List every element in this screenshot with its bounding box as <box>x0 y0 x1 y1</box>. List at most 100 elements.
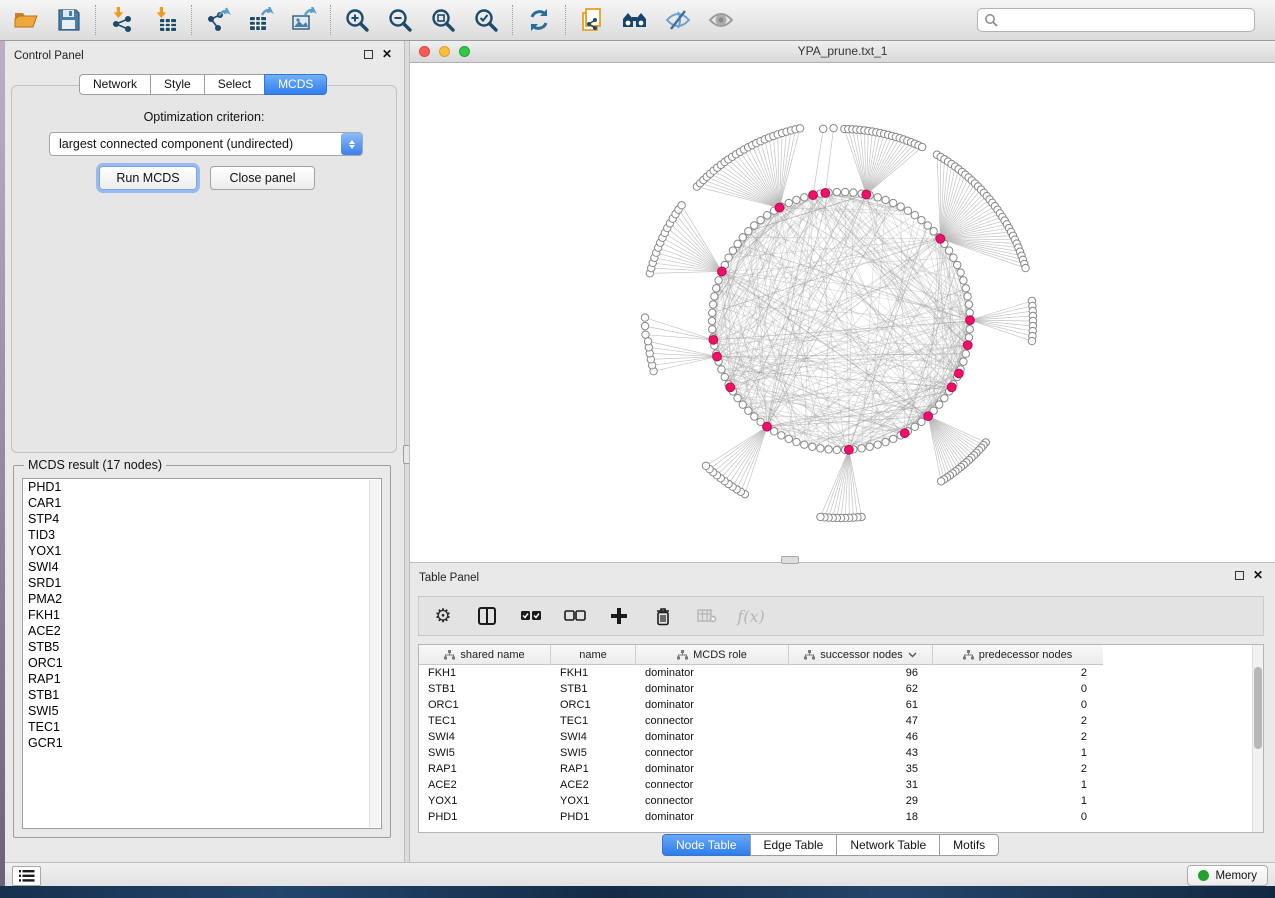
network-node[interactable] <box>957 269 964 276</box>
table-scrollbar[interactable] <box>1252 645 1263 832</box>
network-node[interactable] <box>745 228 752 235</box>
network-edge[interactable] <box>866 142 911 194</box>
network-edge[interactable] <box>721 427 767 479</box>
network-leaf-node[interactable] <box>702 462 709 469</box>
close-panel-button[interactable]: Close panel <box>210 166 315 190</box>
close-panel-icon[interactable]: ✕ <box>1253 571 1263 580</box>
network-leaf-node[interactable] <box>918 143 925 150</box>
mcds-hub-node[interactable] <box>924 412 933 421</box>
network-edge[interactable] <box>745 427 767 495</box>
mcds-result-item[interactable]: STB5 <box>23 639 381 655</box>
network-node[interactable] <box>962 350 969 357</box>
network-edge[interactable] <box>866 139 903 194</box>
mcds-result-item[interactable]: SWI4 <box>23 559 381 575</box>
network-edge[interactable] <box>970 320 1032 336</box>
network-node[interactable] <box>778 432 785 439</box>
network-edge[interactable] <box>937 155 940 239</box>
criterion-select[interactable]: largest connected component (undirected) <box>49 132 363 156</box>
mcds-result-item[interactable]: TEC1 <box>23 719 381 735</box>
network-node[interactable] <box>874 194 881 201</box>
mcds-result-item[interactable]: ACE2 <box>23 623 381 639</box>
scrollbar-thumb[interactable] <box>1254 667 1262 749</box>
column-header-predecessor-nodes[interactable]: predecessor nodes <box>933 645 1102 665</box>
new-network-from-selection-icon[interactable] <box>579 7 605 33</box>
close-panel-icon[interactable]: ✕ <box>382 50 392 59</box>
delete-row-icon[interactable] <box>651 604 675 628</box>
network-leaf-node[interactable] <box>641 314 648 321</box>
mcds-hub-node[interactable] <box>900 429 909 438</box>
tab-node-table[interactable]: Node Table <box>662 834 751 856</box>
network-leaf-node[interactable] <box>644 338 651 345</box>
table-row[interactable]: RAP1RAP1dominator352 <box>419 761 1253 777</box>
mcds-hub-node[interactable] <box>726 383 735 392</box>
mcds-result-item[interactable]: ORC1 <box>23 655 381 671</box>
network-node[interactable] <box>882 196 889 203</box>
mcds-hub-node[interactable] <box>947 383 956 392</box>
network-node[interactable] <box>715 277 722 284</box>
mcds-hub-node[interactable] <box>966 316 975 325</box>
network-node[interactable] <box>960 277 967 284</box>
network-edge[interactable] <box>849 450 858 518</box>
network-leaf-node[interactable] <box>1022 264 1029 271</box>
network-node[interactable] <box>890 435 897 442</box>
table-row[interactable]: PHD1PHD1dominator180 <box>419 809 1253 825</box>
mcds-hub-node[interactable] <box>844 445 853 454</box>
network-window-titlebar[interactable]: YPA_prune.txt_1 <box>410 41 1275 63</box>
network-edge[interactable] <box>866 138 899 194</box>
network-edge[interactable] <box>866 136 892 195</box>
mcds-hub-node[interactable] <box>963 341 972 350</box>
task-history-button[interactable] <box>12 866 41 886</box>
mcds-result-item[interactable]: RAP1 <box>23 671 381 687</box>
mcds-hub-node[interactable] <box>862 190 871 199</box>
table-row[interactable]: SWI4SWI4dominator462 <box>419 729 1253 745</box>
export-network-icon[interactable] <box>205 7 231 33</box>
mcds-result-item[interactable]: STB1 <box>23 687 381 703</box>
network-edge[interactable] <box>940 193 984 239</box>
column-header-shared-name[interactable]: shared name <box>419 645 551 665</box>
mcds-result-item[interactable]: STP4 <box>23 511 381 527</box>
network-edge[interactable] <box>717 427 767 476</box>
network-node[interactable] <box>930 228 937 235</box>
network-node[interactable] <box>950 254 957 261</box>
network-edge[interactable] <box>725 427 767 482</box>
float-panel-icon[interactable] <box>364 50 373 59</box>
network-node[interactable] <box>911 423 918 430</box>
network-leaf-node[interactable] <box>817 513 824 520</box>
network-edge[interactable] <box>940 178 968 239</box>
network-node[interactable] <box>801 194 808 201</box>
mcds-hub-node[interactable] <box>763 422 772 431</box>
network-edge[interactable] <box>970 311 1033 320</box>
network-node[interactable] <box>964 293 971 300</box>
network-node[interactable] <box>960 358 967 365</box>
table-row[interactable]: STB1STB1dominator620 <box>419 681 1253 697</box>
mcds-hub-node[interactable] <box>709 335 718 344</box>
run-mcds-button[interactable]: Run MCDS <box>99 166 197 190</box>
network-edge[interactable] <box>673 219 722 272</box>
tab-select[interactable]: Select <box>204 74 265 95</box>
network-edge[interactable] <box>970 301 1032 320</box>
network-node[interactable] <box>721 373 728 380</box>
network-edge[interactable] <box>928 416 976 453</box>
minimize-window-icon[interactable] <box>439 46 450 57</box>
network-node[interactable] <box>833 188 840 195</box>
network-edge[interactable] <box>928 416 969 460</box>
mcds-result-item[interactable]: PMA2 <box>23 591 381 607</box>
network-node[interactable] <box>858 445 865 452</box>
network-node[interactable] <box>718 366 725 373</box>
network-edge[interactable] <box>650 271 722 273</box>
network-node[interactable] <box>734 240 741 247</box>
column-header-name[interactable]: name <box>551 645 636 665</box>
mcds-result-list[interactable]: PHD1CAR1STP4TID3YOX1SWI4SRD1PMA2FKH1ACE2… <box>22 478 382 829</box>
memory-button[interactable]: Memory <box>1187 865 1268 886</box>
export-table-icon[interactable] <box>248 7 274 33</box>
search-input[interactable] <box>1003 12 1248 28</box>
network-edge[interactable] <box>866 145 918 194</box>
export-image-icon[interactable] <box>291 7 317 33</box>
mcds-hub-node[interactable] <box>821 189 830 198</box>
save-session-icon[interactable] <box>56 7 82 33</box>
import-table-icon[interactable] <box>152 7 178 33</box>
table-options-icon[interactable]: ⚙ <box>431 604 455 628</box>
horizontal-splitter-handle[interactable] <box>781 556 799 564</box>
table-row[interactable]: ACE2ACE2connector311 <box>419 777 1253 793</box>
network-node[interactable] <box>918 418 925 425</box>
